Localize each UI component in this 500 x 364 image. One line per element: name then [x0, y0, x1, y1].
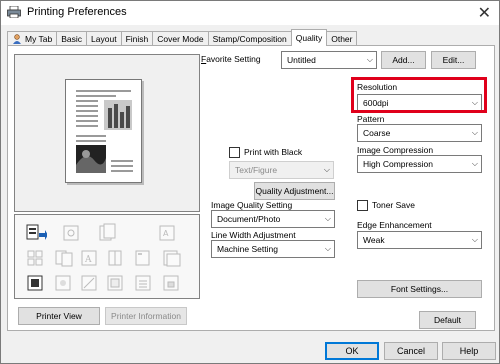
tab-label: Layout	[91, 34, 117, 44]
toner-save-label: Toner Save	[372, 200, 415, 210]
line-width-adjustment-value: Machine Setting	[217, 244, 278, 254]
image-compression-label: Image Compression	[357, 145, 434, 155]
edge-enhancement-value: Weak	[363, 235, 385, 245]
page-preview	[65, 79, 142, 183]
font-settings-button[interactable]: Font Settings...	[357, 280, 482, 298]
staple-icon	[135, 250, 150, 266]
edge-enhancement-select[interactable]: Weak ⌵	[357, 231, 482, 249]
tab-label: Finish	[125, 34, 149, 44]
image-compression-select[interactable]: High Compression ⌵	[357, 155, 482, 173]
line-width-adjustment-label: Line Width Adjustment	[211, 230, 296, 240]
chevron-down-icon: ⌵	[471, 235, 478, 244]
tab-label: Quality	[295, 33, 323, 43]
tab-label: My Tab	[25, 34, 53, 44]
favorite-add-button[interactable]: Add...	[381, 51, 426, 69]
printing-preferences-window: Printing Preferences ✕ My Tab Basic Layo…	[0, 0, 500, 364]
duplex-icon	[55, 250, 73, 267]
chevron-down-icon: ⌵	[324, 214, 331, 223]
ok-button[interactable]: OK	[325, 342, 379, 360]
tab-strip: My Tab Basic Layout Finish Cover Mode St…	[7, 29, 358, 46]
font-icon: A	[81, 250, 97, 266]
tab-quality[interactable]: Quality	[290, 29, 328, 46]
document-copy-icon	[99, 223, 116, 241]
tab-label: Basic	[61, 34, 83, 44]
printer-view-button[interactable]: Printer View	[18, 307, 100, 325]
quality-adjustment-button[interactable]: Quality Adjustment...	[254, 182, 335, 200]
chevron-down-icon: ⌵	[323, 165, 330, 174]
layout-grid-icon	[27, 250, 43, 266]
overlay-icon	[107, 275, 123, 291]
chevron-down-icon: ⌵	[366, 55, 373, 64]
pattern-value: Coarse	[363, 128, 391, 138]
help-button[interactable]: Help	[442, 342, 496, 360]
print-with-black-value: Text/Figure	[235, 165, 278, 175]
window-title: Printing Preferences	[27, 6, 127, 18]
toner-save-icon	[27, 275, 43, 291]
chevron-down-icon: ⌵	[471, 128, 478, 137]
print-with-black-checkbox[interactable]	[229, 147, 240, 158]
resolution-highlight-box	[351, 77, 487, 113]
tab-label: Other	[331, 34, 353, 44]
user-icon	[13, 34, 21, 44]
edge-enhancement-label: Edge Enhancement	[357, 220, 432, 230]
cancel-button[interactable]: Cancel	[384, 342, 438, 360]
image-quality-setting-label: Image Quality Setting	[211, 200, 293, 210]
image-quality-setting-value: Document/Photo	[217, 214, 281, 224]
stamp-icon: A	[159, 225, 175, 241]
image-icon	[55, 275, 71, 291]
favorite-setting-value: Untitled	[287, 55, 316, 65]
function-icons-panel: A A	[14, 214, 200, 299]
tab-other[interactable]: Other	[326, 31, 358, 46]
printer-icon	[7, 6, 21, 18]
favorite-setting-label: Favorite Setting	[201, 54, 261, 64]
print-with-black-label: Print with Black	[244, 147, 303, 157]
tab-finish[interactable]: Finish	[120, 31, 154, 46]
booklet-icon	[108, 250, 122, 266]
chevron-down-icon: ⌵	[324, 244, 331, 253]
line-width-adjustment-select[interactable]: Machine Setting ⌵	[211, 240, 335, 258]
toner-save-checkbox[interactable]	[357, 200, 368, 211]
tab-my-tab[interactable]: My Tab	[7, 31, 58, 46]
printer-information-button[interactable]: Printer Information	[105, 307, 187, 325]
secure-print-icon	[163, 275, 179, 291]
chevron-down-icon: ⌵	[471, 159, 478, 168]
image-compression-value: High Compression	[363, 159, 433, 169]
favorite-edit-button[interactable]: Edit...	[431, 51, 476, 69]
tab-layout[interactable]: Layout	[86, 31, 122, 46]
tab-basic[interactable]: Basic	[56, 31, 88, 46]
pattern-label: Pattern	[357, 114, 385, 124]
default-button[interactable]: Default	[419, 311, 476, 329]
image-quality-setting-select[interactable]: Document/Photo ⌵	[211, 210, 335, 228]
tab-cover-mode[interactable]: Cover Mode	[152, 31, 209, 46]
page-order-icon	[135, 275, 151, 291]
tab-stamp-composition[interactable]: Stamp/Composition	[207, 31, 292, 46]
cover-sheet-icon	[163, 250, 181, 267]
tab-label: Stamp/Composition	[212, 34, 287, 44]
quality-adjust-icon	[63, 225, 79, 241]
svg-text:A: A	[84, 255, 92, 265]
pattern-select[interactable]: Coarse ⌵	[357, 124, 482, 142]
tab-label: Cover Mode	[157, 34, 204, 44]
close-icon[interactable]: ✕	[478, 3, 491, 23]
title-bar: Printing Preferences ✕	[1, 1, 499, 25]
print-with-black-icon	[26, 224, 47, 240]
svg-text:A: A	[163, 229, 169, 238]
document-preview-graphic	[76, 90, 133, 173]
favorite-setting-select[interactable]: Untitled ⌵	[281, 51, 377, 69]
watermark-icon	[81, 275, 97, 291]
print-with-black-select[interactable]: Text/Figure ⌵	[229, 161, 334, 179]
